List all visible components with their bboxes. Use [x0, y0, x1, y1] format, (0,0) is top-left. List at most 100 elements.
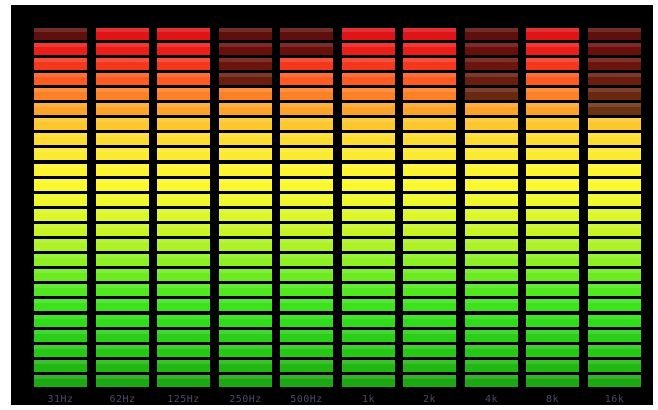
meter-segment-lit: [157, 194, 210, 206]
meter-segment-lit: [588, 239, 641, 251]
meter-segment-lit: [34, 179, 87, 191]
meter-segment-unlit: [465, 43, 518, 55]
meter-segment-lit: [342, 103, 395, 115]
meter-segment-lit: [403, 254, 456, 266]
meter-segment-lit: [465, 194, 518, 206]
meter-segment-lit: [280, 179, 333, 191]
meter-segment-lit: [465, 224, 518, 236]
meter-segment-lit: [342, 239, 395, 251]
meter-segment-lit: [403, 148, 456, 160]
meter-segment-lit: [588, 345, 641, 357]
meter-segment-lit: [96, 315, 149, 327]
band-frequency-label: 2k: [422, 394, 437, 405]
meter-segment-lit: [342, 73, 395, 85]
meter-segment-lit: [342, 224, 395, 236]
meter-segment-lit: [588, 224, 641, 236]
meter-segment-lit: [526, 148, 579, 160]
meter-segment-lit: [280, 133, 333, 145]
equalizer-panel: 31Hz 62Hz 125Hz 250Hz 500Hz 1k 2k 4k 8k 16k: [11, 5, 653, 405]
band-meter: [403, 25, 456, 387]
meter-segment-lit: [96, 148, 149, 160]
meter-segment-lit: [342, 88, 395, 100]
meter-segment-lit: [526, 284, 579, 296]
meter-segment-lit: [34, 43, 87, 55]
meter-segment-lit: [342, 375, 395, 387]
band-meter: [588, 25, 641, 387]
meter-segment-lit: [219, 284, 272, 296]
meter-segment-lit: [588, 164, 641, 176]
meter-segment-lit: [403, 345, 456, 357]
meter-segment-lit: [219, 269, 272, 281]
meter-segment-lit: [219, 164, 272, 176]
meter-segment-lit: [403, 73, 456, 85]
meter-segment-lit: [34, 224, 87, 236]
meter-segment-lit: [342, 345, 395, 357]
band-meter: [96, 25, 149, 387]
meter-segment-lit: [588, 375, 641, 387]
meter-segment-lit: [157, 209, 210, 221]
meter-segment-lit: [96, 133, 149, 145]
band-frequency-label: 4k: [484, 394, 499, 405]
meter-segment-lit: [526, 194, 579, 206]
meter-segment-lit: [526, 330, 579, 342]
meter-segment-lit: [465, 330, 518, 342]
meter-segment-lit: [588, 179, 641, 191]
meter-segment-lit: [342, 164, 395, 176]
meter-segment-lit: [219, 88, 272, 100]
meter-segment-lit: [342, 118, 395, 130]
meter-segment-lit: [342, 194, 395, 206]
meter-segment-lit: [157, 375, 210, 387]
band-frequency-label: 250Hz: [229, 394, 262, 405]
meter-segment-lit: [219, 148, 272, 160]
meter-segment-lit: [96, 360, 149, 372]
meter-segment-lit: [280, 254, 333, 266]
meter-segment-lit: [96, 269, 149, 281]
meter-segment-lit: [96, 118, 149, 130]
meter-segment-lit: [342, 330, 395, 342]
meter-segment-lit: [34, 299, 87, 311]
meter-segment-lit: [403, 375, 456, 387]
meter-segment-lit: [465, 118, 518, 130]
meter-segment-lit: [526, 43, 579, 55]
band-frequency-label: 500Hz: [290, 394, 323, 405]
band-meter: [526, 25, 579, 387]
meter-segment-lit: [219, 103, 272, 115]
meter-segment-lit: [526, 73, 579, 85]
meter-segment-lit: [342, 299, 395, 311]
meter-segment-lit: [403, 118, 456, 130]
meter-segment-lit: [526, 133, 579, 145]
meter-segment-lit: [157, 330, 210, 342]
meter-segment-lit: [465, 360, 518, 372]
meter-segment-lit: [96, 284, 149, 296]
meter-segment-lit: [403, 28, 456, 40]
meter-segment-lit: [465, 299, 518, 311]
meter-segment-lit: [342, 284, 395, 296]
meter-segment-lit: [96, 103, 149, 115]
meter-segment-lit: [96, 28, 149, 40]
band-meter: [157, 25, 210, 387]
meter-segment-lit: [526, 103, 579, 115]
meter-segment-lit: [403, 103, 456, 115]
meter-segment-lit: [34, 330, 87, 342]
meter-segment-unlit: [588, 58, 641, 70]
meter-segment-lit: [280, 330, 333, 342]
meter-segment-lit: [157, 360, 210, 372]
meter-segment-lit: [588, 133, 641, 145]
band-meter: [465, 25, 518, 387]
meter-segment-lit: [526, 28, 579, 40]
meter-segment-lit: [219, 330, 272, 342]
meter-segment-unlit: [465, 88, 518, 100]
meter-segment-lit: [403, 43, 456, 55]
equalizer-screen: 31Hz 62Hz 125Hz 250Hz 500Hz 1k 2k 4k 8k 16k: [0, 0, 658, 410]
meter-segment-lit: [157, 224, 210, 236]
meter-segment-lit: [219, 118, 272, 130]
meter-segment-lit: [526, 88, 579, 100]
meter-segment-lit: [588, 360, 641, 372]
meter-segment-lit: [157, 269, 210, 281]
meter-segment-unlit: [465, 73, 518, 85]
meter-segment-lit: [280, 194, 333, 206]
meter-segment-lit: [96, 375, 149, 387]
meter-segment-lit: [280, 58, 333, 70]
meter-segment-lit: [526, 179, 579, 191]
meter-segment-unlit: [219, 58, 272, 70]
